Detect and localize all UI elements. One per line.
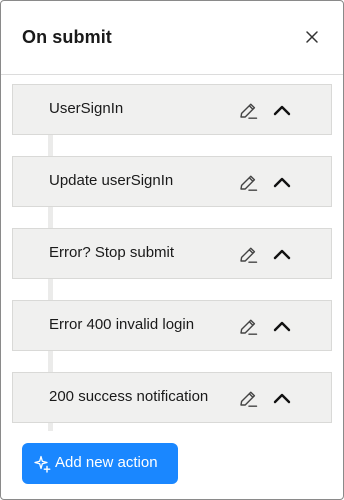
chevron-up-icon[interactable] — [271, 101, 293, 119]
sparkle-plus-icon — [34, 455, 51, 473]
action-label: Update userSignIn — [49, 172, 174, 189]
chevron-up-icon[interactable] — [271, 389, 293, 407]
add-new-action-label: Add new action — [55, 454, 158, 471]
pencil-icon[interactable] — [238, 388, 259, 409]
pencil-icon[interactable] — [238, 100, 259, 121]
action-card-user-sign-in[interactable]: UserSignIn — [12, 84, 332, 135]
action-card-update-user-sign-in[interactable]: Update userSignIn — [12, 156, 332, 207]
pencil-icon[interactable] — [238, 172, 259, 193]
chevron-up-icon[interactable] — [271, 317, 293, 335]
pencil-icon[interactable] — [238, 244, 259, 265]
panel-header: On submit — [1, 1, 343, 75]
panel-title: On submit — [22, 27, 112, 47]
action-card-error-stop-submit[interactable]: Error? Stop submit — [12, 228, 332, 279]
pencil-icon[interactable] — [238, 316, 259, 337]
action-card-error-400[interactable]: Error 400 invalid login — [12, 300, 332, 351]
action-label: Error? Stop submit — [49, 244, 175, 261]
chevron-up-icon[interactable] — [271, 173, 293, 191]
action-label: 200 success notification — [49, 388, 209, 405]
action-label: Error 400 invalid login — [49, 316, 195, 333]
on-submit-panel: On submit UserSignIn Update userSignIn E… — [0, 0, 344, 500]
action-label: UserSignIn — [49, 100, 124, 117]
close-icon[interactable] — [303, 28, 321, 46]
chevron-up-icon[interactable] — [271, 245, 293, 263]
add-new-action-button[interactable]: Add new action — [22, 443, 178, 484]
action-card-200-success[interactable]: 200 success notification — [12, 372, 332, 423]
